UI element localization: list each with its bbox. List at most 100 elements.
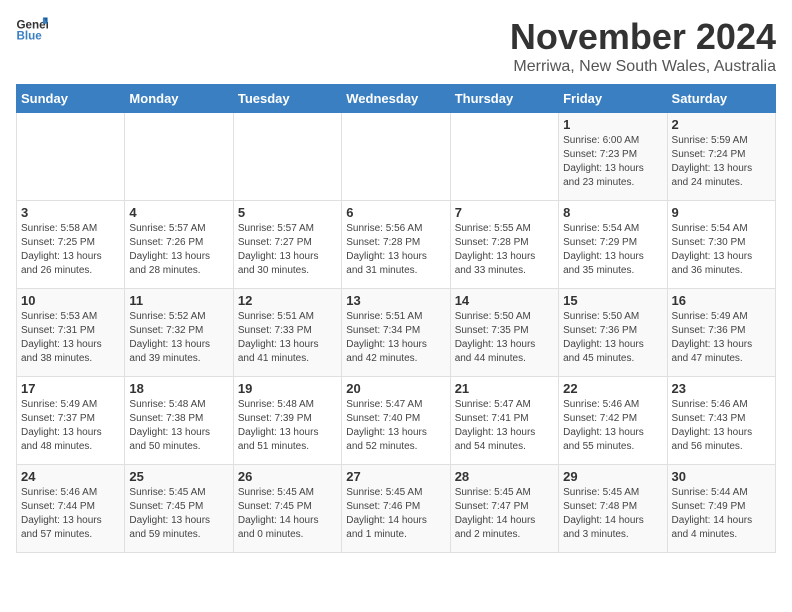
weekday-header-sunday: Sunday (17, 85, 125, 113)
calendar-cell: 7 Sunrise: 5:55 AM Sunset: 7:28 PM Daylig… (450, 201, 558, 289)
calendar-cell: 17 Sunrise: 5:49 AM Sunset: 7:37 PM Dayli… (17, 377, 125, 465)
month-title: November 2024 (510, 16, 776, 58)
calendar-cell: 12 Sunrise: 5:51 AM Sunset: 7:33 PM Dayli… (233, 289, 341, 377)
calendar-cell: 22 Sunrise: 5:46 AM Sunset: 7:42 PM Dayli… (559, 377, 667, 465)
day-number: 7 (455, 205, 554, 220)
day-info: Sunrise: 5:51 AM Sunset: 7:33 PM Dayligh… (238, 310, 337, 366)
day-info: Sunrise: 5:57 AM Sunset: 7:27 PM Dayligh… (238, 222, 337, 278)
calendar-cell (342, 113, 450, 201)
calendar-cell (17, 113, 125, 201)
day-number: 16 (672, 293, 771, 308)
calendar-cell: 26 Sunrise: 5:45 AM Sunset: 7:45 PM Dayli… (233, 465, 341, 553)
day-info: Sunrise: 5:53 AM Sunset: 7:31 PM Dayligh… (21, 310, 120, 366)
day-number: 9 (672, 205, 771, 220)
svg-text:Blue: Blue (16, 29, 42, 42)
calendar-cell: 23 Sunrise: 5:46 AM Sunset: 7:43 PM Dayli… (667, 377, 775, 465)
calendar-cell: 13Sunrise: 5:51 AM Sunset: 7:34 PM Dayli… (342, 289, 450, 377)
calendar-cell: 9 Sunrise: 5:54 AM Sunset: 7:30 PM Daylig… (667, 201, 775, 289)
calendar-cell: 19 Sunrise: 5:48 AM Sunset: 7:39 PM Dayli… (233, 377, 341, 465)
day-number: 23 (672, 381, 771, 396)
day-number: 11 (129, 293, 228, 308)
day-number: 4 (129, 205, 228, 220)
day-number: 17 (21, 381, 120, 396)
day-info: Sunrise: 5:50 AM Sunset: 7:35 PM Dayligh… (455, 310, 554, 366)
calendar-cell: 14 Sunrise: 5:50 AM Sunset: 7:35 PM Dayli… (450, 289, 558, 377)
day-number: 22 (563, 381, 662, 396)
day-info: Sunrise: 5:45 AM Sunset: 7:45 PM Dayligh… (238, 486, 337, 542)
day-info: Sunrise: 5:48 AM Sunset: 7:38 PM Dayligh… (129, 398, 228, 454)
day-number: 28 (455, 469, 554, 484)
location-subtitle: Merriwa, New South Wales, Australia (510, 58, 776, 76)
calendar-cell: 10 Sunrise: 5:53 AM Sunset: 7:31 PM Dayli… (17, 289, 125, 377)
day-number: 26 (238, 469, 337, 484)
day-info: Sunrise: 5:45 AM Sunset: 7:45 PM Dayligh… (129, 486, 228, 542)
day-info: Sunrise: 5:47 AM Sunset: 7:40 PM Dayligh… (346, 398, 445, 454)
day-number: 27 (346, 469, 445, 484)
day-number: 3 (21, 205, 120, 220)
calendar-cell: 28Sunrise: 5:45 AM Sunset: 7:47 PM Dayli… (450, 465, 558, 553)
weekday-header-saturday: Saturday (667, 85, 775, 113)
day-info: Sunrise: 5:57 AM Sunset: 7:26 PM Dayligh… (129, 222, 228, 278)
calendar-cell (450, 113, 558, 201)
day-info: Sunrise: 5:56 AM Sunset: 7:28 PM Dayligh… (346, 222, 445, 278)
calendar-week-4: 17 Sunrise: 5:49 AM Sunset: 7:37 PM Dayli… (17, 377, 776, 465)
calendar-cell: 29Sunrise: 5:45 AM Sunset: 7:48 PM Dayli… (559, 465, 667, 553)
day-number: 29 (563, 469, 662, 484)
day-number: 15 (563, 293, 662, 308)
calendar-cell: 30 Sunrise: 5:44 AM Sunset: 7:49 PM Dayli… (667, 465, 775, 553)
day-info: Sunrise: 5:48 AM Sunset: 7:39 PM Dayligh… (238, 398, 337, 454)
calendar-cell: 20 Sunrise: 5:47 AM Sunset: 7:40 PM Dayli… (342, 377, 450, 465)
day-number: 19 (238, 381, 337, 396)
calendar-cell (125, 113, 233, 201)
calendar-cell: 6 Sunrise: 5:56 AM Sunset: 7:28 PM Daylig… (342, 201, 450, 289)
day-number: 12 (238, 293, 337, 308)
day-info: Sunrise: 5:54 AM Sunset: 7:30 PM Dayligh… (672, 222, 771, 278)
calendar-cell: 4 Sunrise: 5:57 AM Sunset: 7:26 PM Daylig… (125, 201, 233, 289)
calendar-cell: 11 Sunrise: 5:52 AM Sunset: 7:32 PM Dayli… (125, 289, 233, 377)
day-info: Sunrise: 5:58 AM Sunset: 7:25 PM Dayligh… (21, 222, 120, 278)
calendar-cell: 2Sunrise: 5:59 AM Sunset: 7:24 PM Daylig… (667, 113, 775, 201)
day-info: Sunrise: 5:46 AM Sunset: 7:42 PM Dayligh… (563, 398, 662, 454)
day-number: 25 (129, 469, 228, 484)
calendar-table: SundayMondayTuesdayWednesdayThursdayFrid… (16, 84, 776, 553)
weekday-header-row: SundayMondayTuesdayWednesdayThursdayFrid… (17, 85, 776, 113)
calendar-cell: 18Sunrise: 5:48 AM Sunset: 7:38 PM Dayli… (125, 377, 233, 465)
day-number: 10 (21, 293, 120, 308)
day-info: Sunrise: 5:46 AM Sunset: 7:43 PM Dayligh… (672, 398, 771, 454)
calendar-week-2: 3 Sunrise: 5:58 AM Sunset: 7:25 PM Daylig… (17, 201, 776, 289)
day-number: 20 (346, 381, 445, 396)
day-number: 1 (563, 117, 662, 132)
calendar-week-3: 10 Sunrise: 5:53 AM Sunset: 7:31 PM Dayli… (17, 289, 776, 377)
day-number: 30 (672, 469, 771, 484)
day-info: Sunrise: 5:45 AM Sunset: 7:46 PM Dayligh… (346, 486, 445, 542)
day-info: Sunrise: 5:55 AM Sunset: 7:28 PM Dayligh… (455, 222, 554, 278)
day-number: 5 (238, 205, 337, 220)
weekday-header-friday: Friday (559, 85, 667, 113)
calendar-cell: 1 Sunrise: 6:00 AM Sunset: 7:23 PM Daylig… (559, 113, 667, 201)
calendar-cell: 27 Sunrise: 5:45 AM Sunset: 7:46 PM Dayli… (342, 465, 450, 553)
day-number: 2 (672, 117, 771, 132)
day-number: 13 (346, 293, 445, 308)
day-info: Sunrise: 5:54 AM Sunset: 7:29 PM Dayligh… (563, 222, 662, 278)
day-info: Sunrise: 5:49 AM Sunset: 7:37 PM Dayligh… (21, 398, 120, 454)
calendar-cell: 15 Sunrise: 5:50 AM Sunset: 7:36 PM Dayli… (559, 289, 667, 377)
day-info: Sunrise: 5:52 AM Sunset: 7:32 PM Dayligh… (129, 310, 228, 366)
calendar-cell (233, 113, 341, 201)
day-number: 24 (21, 469, 120, 484)
day-info: Sunrise: 6:00 AM Sunset: 7:23 PM Dayligh… (563, 134, 662, 190)
calendar-cell: 5 Sunrise: 5:57 AM Sunset: 7:27 PM Daylig… (233, 201, 341, 289)
weekday-header-monday: Monday (125, 85, 233, 113)
day-number: 14 (455, 293, 554, 308)
day-info: Sunrise: 5:44 AM Sunset: 7:49 PM Dayligh… (672, 486, 771, 542)
page-header: General Blue November 2024 Merriwa, New … (16, 16, 776, 76)
day-number: 8 (563, 205, 662, 220)
calendar-cell: 3 Sunrise: 5:58 AM Sunset: 7:25 PM Daylig… (17, 201, 125, 289)
day-info: Sunrise: 5:47 AM Sunset: 7:41 PM Dayligh… (455, 398, 554, 454)
calendar-cell: 24Sunrise: 5:46 AM Sunset: 7:44 PM Dayli… (17, 465, 125, 553)
title-area: November 2024 Merriwa, New South Wales, … (510, 16, 776, 76)
day-number: 6 (346, 205, 445, 220)
weekday-header-wednesday: Wednesday (342, 85, 450, 113)
logo-icon: General Blue (16, 16, 48, 44)
day-info: Sunrise: 5:50 AM Sunset: 7:36 PM Dayligh… (563, 310, 662, 366)
day-info: Sunrise: 5:49 AM Sunset: 7:36 PM Dayligh… (672, 310, 771, 366)
